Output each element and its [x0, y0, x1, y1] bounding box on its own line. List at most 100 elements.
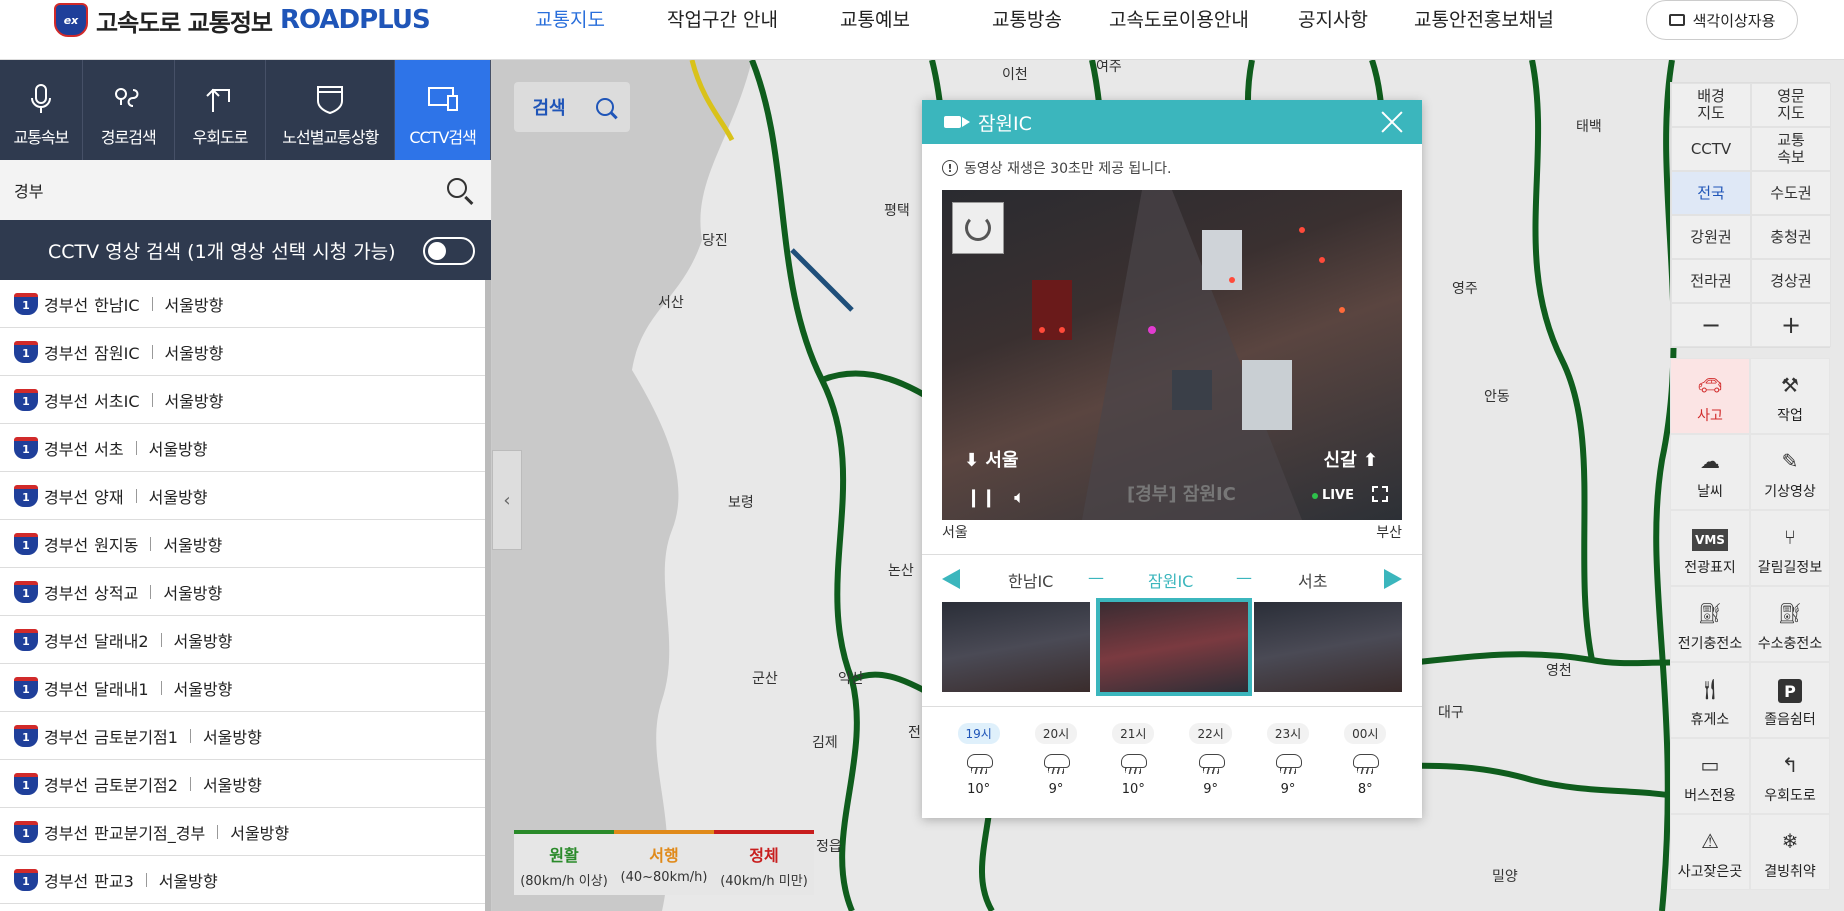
map-option-button[interactable]: 영문 지도 — [1751, 83, 1831, 127]
collapse-panel-button[interactable]: ‹ — [492, 450, 522, 550]
vms-icon: VMS — [1692, 529, 1728, 551]
map-option-button[interactable]: + — [1751, 303, 1831, 347]
logo[interactable]: ex 고속도로 교통정보 ROADPLUS — [54, 2, 431, 38]
fullscreen-icon[interactable] — [1372, 486, 1388, 502]
monitor-icon — [1668, 14, 1685, 26]
layer-toggle-junction[interactable]: ⑂ 갈림길정보 — [1750, 510, 1830, 586]
layer-toggle-vms[interactable]: VMS 전광표지 — [1670, 510, 1750, 586]
cctv-toggle[interactable] — [423, 237, 475, 265]
tab-traffic-news[interactable]: 교통속보 — [0, 60, 83, 160]
nav-broadcast[interactable]: 교통방송 — [992, 0, 1062, 40]
layer-toggle-accident-prone[interactable]: ⚠ 사고잦은곳 — [1670, 814, 1750, 890]
line-name: 경부선 — [44, 727, 89, 747]
nav-safety-channel[interactable]: 교통안전홍보채널 — [1414, 0, 1554, 40]
video-notice: ! 동영상 재생은 30초만 제공 됩니다. — [942, 158, 1172, 178]
layer-toggle-bus[interactable]: ▭ 버스전용 — [1670, 738, 1750, 814]
cctv-list: 1 경부선 한남IC 서울방향 1 경부선 잠원IC 서울방향 1 경부선 서초IC 서울방향 1 경부선… — [0, 280, 491, 911]
divider — [217, 824, 219, 839]
next-arrow-icon[interactable] — [1384, 569, 1402, 589]
layer-label: 휴게소 — [1690, 712, 1730, 728]
volume-icon[interactable]: 🔈︎ — [1014, 487, 1025, 508]
nav-work-zone[interactable]: 작업구간 안내 — [667, 0, 778, 40]
layer-toggle-worker[interactable]: ⚒ 작업 — [1750, 358, 1830, 434]
prev-arrow-icon[interactable] — [942, 569, 960, 589]
cctv-search-label: CCTV 영상 검색 (1개 영상 선택 시청 가능) — [48, 240, 396, 263]
direction: 서울방향 — [202, 775, 262, 795]
nav-usage-guide[interactable]: 고속도로이용안내 — [1109, 0, 1249, 40]
list-item[interactable]: 1 경부선 판교분기점_경부 서울방향 — [0, 808, 491, 856]
layer-toggle-parking[interactable]: P 졸음쉼터 — [1750, 662, 1830, 738]
prev-camera[interactable]: 한남IC — [1008, 568, 1053, 592]
map-option-button[interactable]: 충청권 — [1751, 215, 1831, 259]
map-option-button[interactable]: 교통 속보 — [1751, 127, 1831, 171]
pause-icon[interactable]: ❙❙ — [966, 487, 996, 508]
layer-label: 수소충전소 — [1757, 636, 1823, 652]
tab-detour[interactable]: 우회도로 — [175, 60, 267, 160]
scrollbar[interactable] — [485, 280, 491, 911]
list-item[interactable]: 1 경부선 잠원IC 서울방향 — [0, 328, 491, 376]
layer-toggle-ev-charger[interactable]: ⛽︎ 전기충전소 — [1670, 586, 1750, 662]
map-option-button[interactable]: 배경 지도 — [1671, 83, 1751, 127]
map-option-button[interactable]: 경상권 — [1751, 259, 1831, 303]
search-input[interactable]: 경부 — [14, 178, 43, 202]
tab-cctv-search[interactable]: CCTV검색 — [395, 60, 491, 160]
thumbnail-next[interactable] — [1254, 602, 1402, 692]
route-shield-icon: 1 — [14, 772, 38, 795]
nav-forecast[interactable]: 교통예보 — [840, 0, 910, 40]
ex-logo-icon: ex — [54, 3, 88, 37]
list-item[interactable]: 1 경부선 한남IC 서울방향 — [0, 280, 491, 328]
direction: 서울방향 — [164, 343, 224, 363]
map-option-button[interactable]: 수도권 — [1751, 171, 1831, 215]
map-option-button[interactable]: − — [1671, 303, 1751, 347]
tab-route-status[interactable]: 노선별교통상황 — [266, 60, 396, 160]
route-shield-icon: 1 — [14, 388, 38, 411]
layer-toggle-hydrogen[interactable]: ⛽︎ 수소충전소 — [1750, 586, 1830, 662]
left-tabs: 교통속보 경로검색 우회도로 노선별교통상황 CCTV검색 — [0, 60, 491, 160]
tab-route-search[interactable]: 경로검색 — [83, 60, 175, 160]
map-option-button[interactable]: 전국 — [1671, 171, 1751, 215]
weather-hour: 22시 9° — [1180, 723, 1242, 818]
list-item[interactable]: 1 경부선 서초 서울방향 — [0, 424, 491, 472]
line-name: 경부선 — [44, 775, 89, 795]
map-option-button[interactable]: 강원권 — [1671, 215, 1751, 259]
list-item[interactable]: 1 경부선 판교3 서울방향 — [0, 856, 491, 904]
route-shield-icon: 1 — [14, 676, 38, 699]
map-option-button[interactable]: 전라권 — [1671, 259, 1751, 303]
search-icon[interactable] — [447, 178, 467, 198]
weather-temp: 8° — [1357, 782, 1373, 797]
direction-right: 신갈 ⬆ — [1323, 450, 1378, 471]
weather-temp: 10° — [1121, 782, 1145, 797]
list-item[interactable]: 1 경부선 달래내2 서울방향 — [0, 616, 491, 664]
layer-toggle-weather-video[interactable]: ✎ 기상영상 — [1750, 434, 1830, 510]
list-item[interactable]: 1 경부선 상적교 서울방향 — [0, 568, 491, 616]
list-item[interactable]: 1 경부선 양재 서울방향 — [0, 472, 491, 520]
map-option-button[interactable]: CCTV — [1671, 127, 1751, 171]
close-icon[interactable] — [1380, 110, 1404, 134]
nav-notice[interactable]: 공지사항 — [1298, 0, 1368, 40]
direction-left: ⬇ 서울 — [964, 450, 1019, 471]
color-blind-button[interactable]: 색각이상자용 — [1646, 0, 1798, 40]
line-name: 경부선 — [44, 295, 89, 315]
list-item[interactable]: 1 경부선 달래내1 서울방향 — [0, 664, 491, 712]
line-name: 경부선 — [44, 631, 89, 651]
scrollbar-thumb[interactable] — [485, 280, 491, 911]
refresh-button[interactable] — [952, 202, 1004, 254]
list-item[interactable]: 1 경부선 원지동 서울방향 — [0, 520, 491, 568]
layer-toggle-rest-area[interactable]: 🍴︎ 휴게소 — [1670, 662, 1750, 738]
layer-toggle-detour[interactable]: ↰ 우회도로 — [1750, 738, 1830, 814]
list-item[interactable]: 1 경부선 금토분기점2 서울방향 — [0, 760, 491, 808]
map-label: 평택 — [884, 203, 910, 219]
cctv-video[interactable]: ⬇ 서울 신갈 ⬆ [경부] 잠원IC ❙❙ 🔈︎ LIVE — [942, 190, 1402, 520]
list-item[interactable]: 1 경부선 금토분기점1 서울방향 — [0, 712, 491, 760]
search-icon[interactable] — [584, 82, 628, 132]
nav-traffic-map[interactable]: 교통지도 — [535, 0, 605, 40]
map-search-button[interactable]: 검색 — [514, 82, 584, 132]
search-bar: 경부 — [0, 160, 491, 220]
layer-toggle-accident[interactable]: 🚗︎ 사고 — [1670, 358, 1750, 434]
list-item[interactable]: 1 경부선 서초IC 서울방향 — [0, 376, 491, 424]
layer-toggle-icy-road[interactable]: ❄ 결빙취약 — [1750, 814, 1830, 890]
layer-toggle-weather[interactable]: ☁ 날씨 — [1670, 434, 1750, 510]
next-camera[interactable]: 서초 — [1298, 568, 1327, 592]
thumbnail-current[interactable] — [1096, 598, 1252, 696]
thumbnail-prev[interactable] — [942, 602, 1090, 692]
